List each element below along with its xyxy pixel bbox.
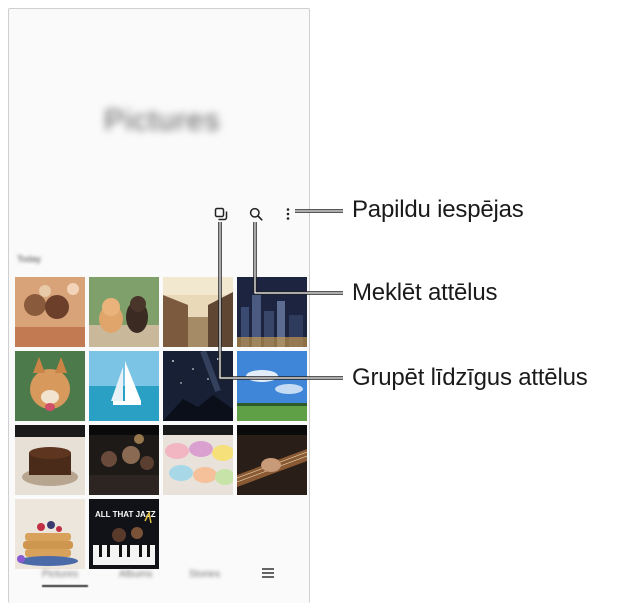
callout-more-options: Papildu iespējas — [352, 196, 524, 223]
callout-group-similar: Grupēt līdzīgus attēlus — [352, 364, 588, 391]
callout-leader-lines — [218, 209, 343, 380]
callout-search: Meklēt attēlus — [352, 279, 498, 306]
